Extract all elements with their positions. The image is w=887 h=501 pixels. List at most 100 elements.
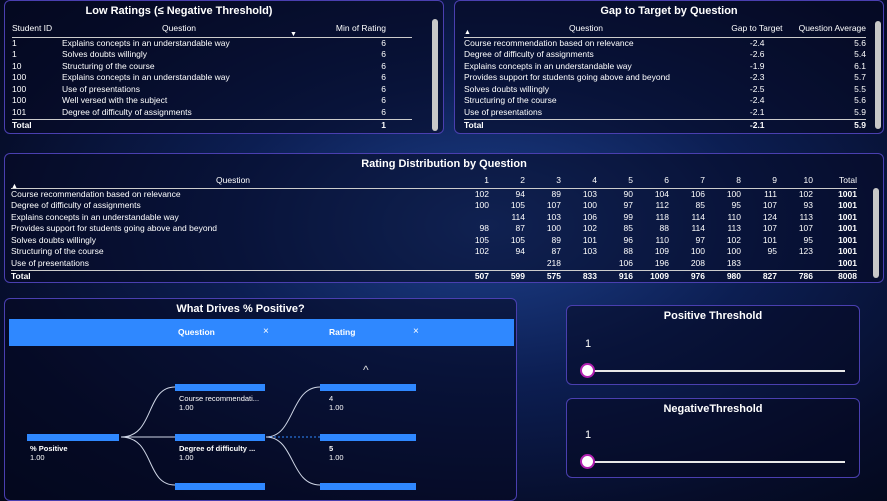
col-average[interactable]: Question Average [783, 19, 866, 37]
count-cell: 106 [690, 188, 705, 199]
col-rating-7[interactable]: 7 [677, 172, 713, 188]
table-row[interactable]: Structuring of the course -2.4 5.6 [464, 95, 866, 107]
table-row[interactable]: Solves doubts willingly 105 105 89 101 96 110 9… [11, 235, 857, 247]
positive-threshold-track[interactable] [587, 370, 845, 372]
question-cell: Use of presentations [11, 258, 89, 269]
question-cell: Solves doubts willingly [464, 83, 550, 94]
table-row[interactable]: Course recommendation based on relevance… [11, 188, 857, 200]
count-cell: 87 [551, 246, 561, 257]
negative-threshold-value[interactable]: 1 [585, 429, 591, 441]
col-min-rating[interactable]: Min of Rating [303, 19, 412, 37]
count-cell: 1001 [838, 188, 857, 199]
count-cell: 114 [691, 223, 705, 234]
col-rating-1[interactable]: 1 [461, 172, 497, 188]
total-count-cell: 833 [569, 269, 605, 282]
node-bar[interactable] [320, 384, 416, 391]
node-bar[interactable] [320, 483, 416, 490]
positive-threshold-knob[interactable] [580, 363, 595, 378]
table-row[interactable]: Structuring of the course 102 94 87 103 88 109… [11, 246, 857, 258]
node-bar[interactable] [320, 434, 416, 441]
question-cell: Use of presentations [464, 107, 542, 118]
count-cell: 196 [654, 258, 669, 269]
tree-node-degree-of-difficulty[interactable]: Degree of difficulty ... 1.00 [179, 444, 255, 462]
col-gap[interactable]: Gap to Target [719, 19, 782, 37]
table-row[interactable]: Provides support for students going abov… [11, 223, 857, 235]
count-cell: 100 [726, 246, 741, 257]
scrollbar[interactable] [875, 21, 881, 129]
node-bar[interactable] [175, 434, 265, 441]
scrollbar[interactable] [432, 19, 438, 131]
count-cell: 94 [515, 188, 525, 199]
table-row[interactable]: 1 Explains concepts in an understandable … [12, 37, 412, 49]
col-rating-9[interactable]: 9 [749, 172, 785, 188]
col-rating-6[interactable]: 6 [641, 172, 677, 188]
count-cell: 104 [654, 188, 669, 199]
col-rating-8[interactable]: 8 [713, 172, 749, 188]
negative-threshold-track[interactable] [587, 461, 845, 463]
col-rating-total[interactable]: Total [821, 172, 857, 188]
count-cell: 98 [479, 223, 489, 234]
average-cell: 5.6 [854, 37, 866, 48]
total-row: Total 1 [12, 118, 412, 132]
count-cell: 107 [546, 200, 561, 211]
gap-cell: -1.9 [749, 60, 765, 71]
col-student-id[interactable]: Student ID [12, 19, 62, 37]
node-label: Course recommendati... [179, 394, 260, 403]
table-row[interactable]: 100 Use of presentations 6 [12, 84, 412, 96]
col-rating-2[interactable]: 2 [497, 172, 533, 188]
scrollbar[interactable] [873, 188, 879, 278]
node-bar[interactable] [175, 384, 265, 391]
student-id-cell: 100 [12, 83, 27, 94]
root-value: 1.00 [30, 453, 45, 462]
gap-cell: -2.4 [749, 95, 765, 106]
col-rating-5[interactable]: 5 [605, 172, 641, 188]
total-count-cell: 1009 [641, 269, 677, 282]
tree-node-course-recommendation[interactable]: Course recommendati... 1.00 [179, 394, 259, 412]
count-cell: 88 [659, 223, 669, 234]
count-cell: 1001 [838, 246, 857, 257]
col-question[interactable]: Question [11, 172, 461, 188]
sort-asc-icon[interactable]: ▲ [464, 29, 471, 36]
table-row[interactable]: 100 Explains concepts in an understandabl… [12, 72, 412, 84]
root-node[interactable]: % Positive 1.00 [30, 444, 68, 462]
count-cell: 1001 [838, 200, 857, 211]
negative-threshold-panel: NegativeThreshold 1 [566, 398, 860, 478]
table-row[interactable]: Explains concepts in an understandable w… [11, 212, 857, 224]
table-row[interactable]: 10 Structuring of the course 6 [12, 61, 412, 73]
table-row[interactable]: Solves doubts willingly -2.5 5.5 [464, 84, 866, 96]
col-rating-4[interactable]: 4 [569, 172, 605, 188]
gap-table: Question Gap to Target Question Average … [464, 19, 866, 132]
table-row[interactable]: Degree of difficulty of assignments 100 10… [11, 200, 857, 212]
tree-node-rating-4[interactable]: 4 1.00 [329, 394, 344, 412]
table-row[interactable]: Use of presentations 218 106 196 208 183 1001 [11, 258, 857, 270]
sort-desc-icon[interactable]: ▼ [290, 31, 297, 38]
count-cell: 94 [515, 246, 525, 257]
col-rating-3[interactable]: 3 [533, 172, 569, 188]
total-count-cell: 976 [677, 269, 713, 282]
table-row[interactable]: Degree of difficulty of assignments -2.6 5… [464, 49, 866, 61]
distribution-table: Question 1 2 3 4 5 6 7 8 9 10 Total Course recomme… [11, 172, 857, 282]
positive-threshold-title: Positive Threshold [663, 310, 763, 322]
table-row[interactable]: Use of presentations -2.1 5.9 [464, 107, 866, 119]
node-bar[interactable] [175, 483, 265, 490]
negative-threshold-knob[interactable] [580, 454, 595, 469]
table-row[interactable]: Explains concepts in an understandable w… [464, 61, 866, 73]
root-bar[interactable] [27, 434, 119, 441]
table-row[interactable]: 100 Well versed with the subject 6 [12, 95, 412, 107]
count-cell: 103 [546, 211, 561, 222]
positive-threshold-panel: Positive Threshold 1 [566, 305, 860, 385]
table-row[interactable]: 101 Degree of difficulty of assignments 6 [12, 107, 412, 119]
gap-panel: Gap to Target by Question Question Gap t… [454, 0, 884, 134]
table-row[interactable]: 1 Solves doubts willingly 6 [12, 49, 412, 61]
tree-node-rating-5[interactable]: 5 1.00 [329, 444, 344, 462]
average-cell: 5.5 [854, 83, 866, 94]
question-cell: Course recommendation based on relevance [464, 37, 634, 48]
count-cell: 100 [726, 188, 741, 199]
col-question[interactable]: Question [62, 19, 303, 37]
table-row[interactable]: Course recommendation based on relevance… [464, 37, 866, 49]
col-question[interactable]: Question [464, 19, 719, 37]
table-row[interactable]: Provides support for students going abov… [464, 72, 866, 84]
col-rating-10[interactable]: 10 [785, 172, 821, 188]
positive-threshold-value[interactable]: 1 [585, 338, 591, 350]
sort-asc-icon[interactable]: ▲ [11, 183, 18, 190]
